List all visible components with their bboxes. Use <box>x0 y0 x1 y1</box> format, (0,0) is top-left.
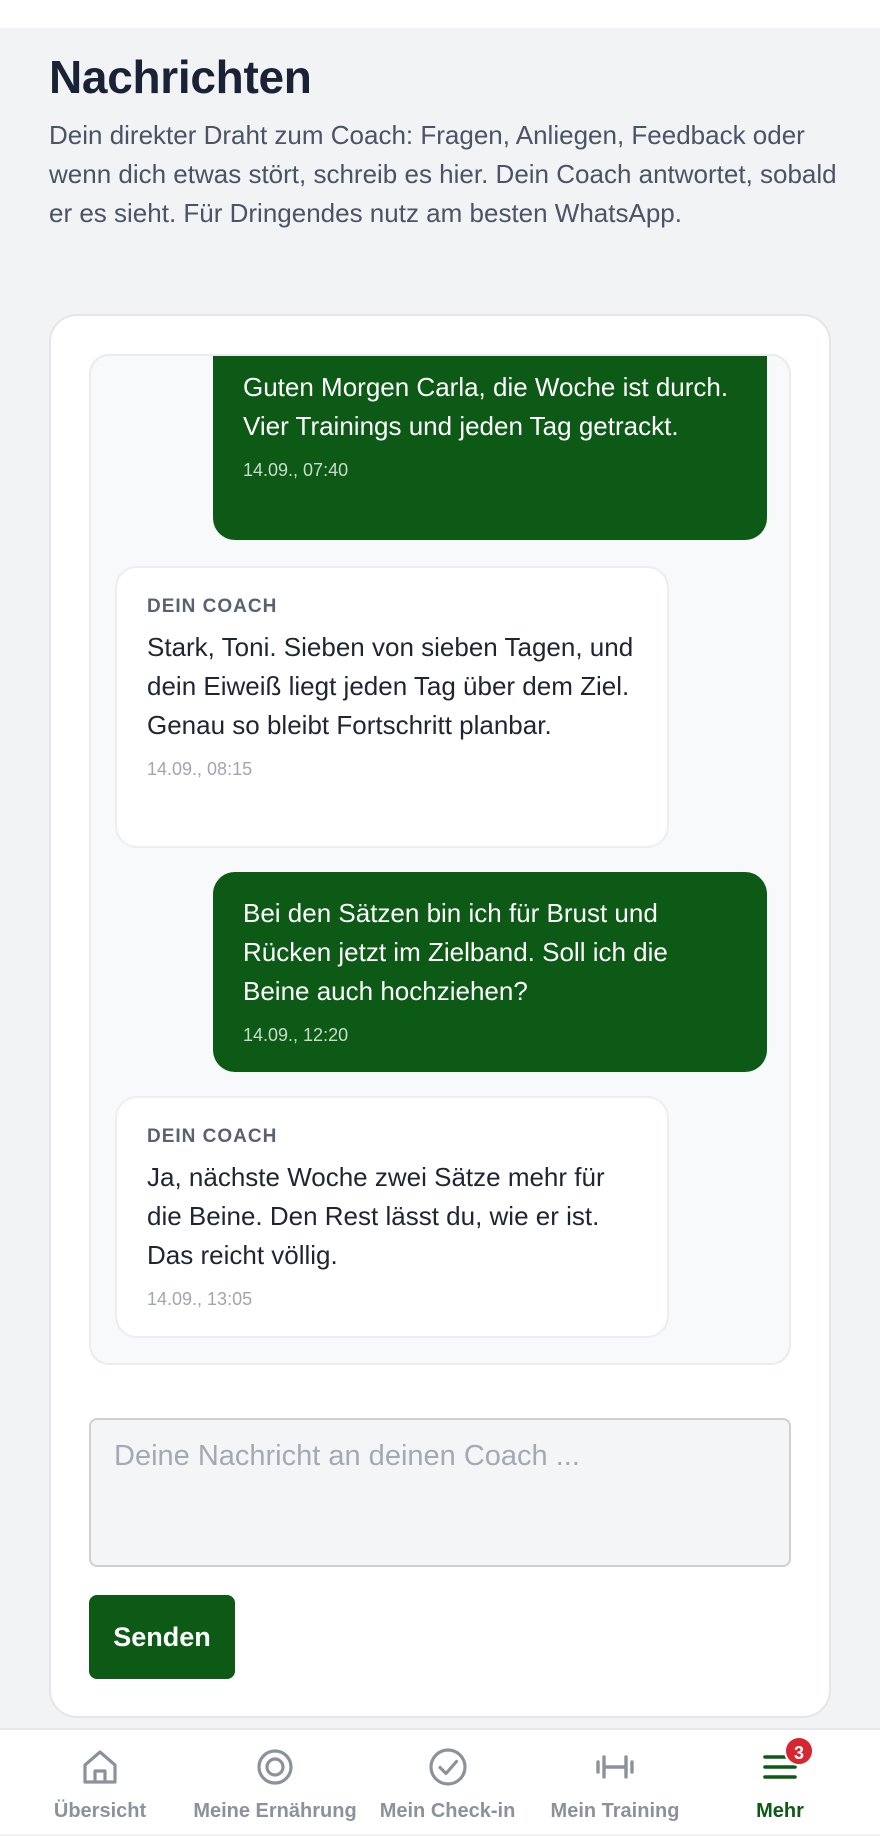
message-text: Ja, nächste Woche zwei Sätze mehr für di… <box>147 1162 605 1270</box>
tab-label: Meine Ernährung <box>193 1800 357 1822</box>
message-incoming: DEIN COACH Ja, nächste Woche zwei Sätze … <box>115 1096 669 1338</box>
home-icon <box>83 1750 117 1784</box>
send-button[interactable]: Senden <box>89 1595 235 1679</box>
message-time: 14.09., 07:40 <box>243 460 349 480</box>
message-sender: DEIN COACH <box>147 1126 278 1147</box>
message-outgoing: Bei den Sätzen bin ich für Brust und Rüc… <box>213 872 767 1072</box>
tab-meine-ernaehrung[interactable]: Meine Ernährung <box>180 1730 370 1836</box>
status-bar-area <box>0 0 880 28</box>
message-time: 14.09., 12:20 <box>243 1025 349 1045</box>
tab-label: Mehr <box>756 1800 804 1822</box>
page-title: Nachrichten <box>49 51 312 103</box>
tab-label: Übersicht <box>53 1800 147 1822</box>
message-outgoing: Guten Morgen Carla, die Woche ist durch.… <box>213 356 767 540</box>
tab-mein-training[interactable]: Mein Training <box>535 1730 695 1836</box>
message-time: 14.09., 13:05 <box>147 1289 253 1309</box>
tab-uebersicht[interactable]: Übersicht <box>20 1730 180 1836</box>
check-circle-icon <box>428 1748 467 1786</box>
message-time: 14.09., 08:15 <box>147 759 253 779</box>
message-text: Bei den Sätzen bin ich für Brust und Rüc… <box>243 898 668 1006</box>
dumbbell-icon <box>596 1755 634 1779</box>
tab-mein-check-in[interactable]: Mein Check-in <box>370 1730 525 1836</box>
tab-label: Mein Training <box>550 1800 680 1822</box>
message-incoming: DEIN COACH Stark, Toni. Sieben von siebe… <box>115 566 669 848</box>
bottom-tab-bar: Übersicht Meine Ernährung Mein Check-in … <box>0 1728 880 1834</box>
message-input[interactable] <box>89 1418 791 1567</box>
tab-mehr[interactable]: 3 Mehr <box>700 1730 860 1836</box>
tab-label: Mein Check-in <box>379 1800 516 1822</box>
target-icon <box>257 1749 293 1785</box>
notification-badge: 3 <box>784 1736 814 1766</box>
page-description: Dein direkter Draht zum Coach: Fragen, A… <box>49 120 837 228</box>
message-thread[interactable]: Guten Morgen Carla, die Woche ist durch.… <box>89 354 791 1365</box>
message-text: Guten Morgen Carla, die Woche ist durch.… <box>243 372 729 441</box>
message-sender: DEIN COACH <box>147 596 278 617</box>
message-text: Stark, Toni. Sieben von sieben Tagen, un… <box>147 632 634 740</box>
